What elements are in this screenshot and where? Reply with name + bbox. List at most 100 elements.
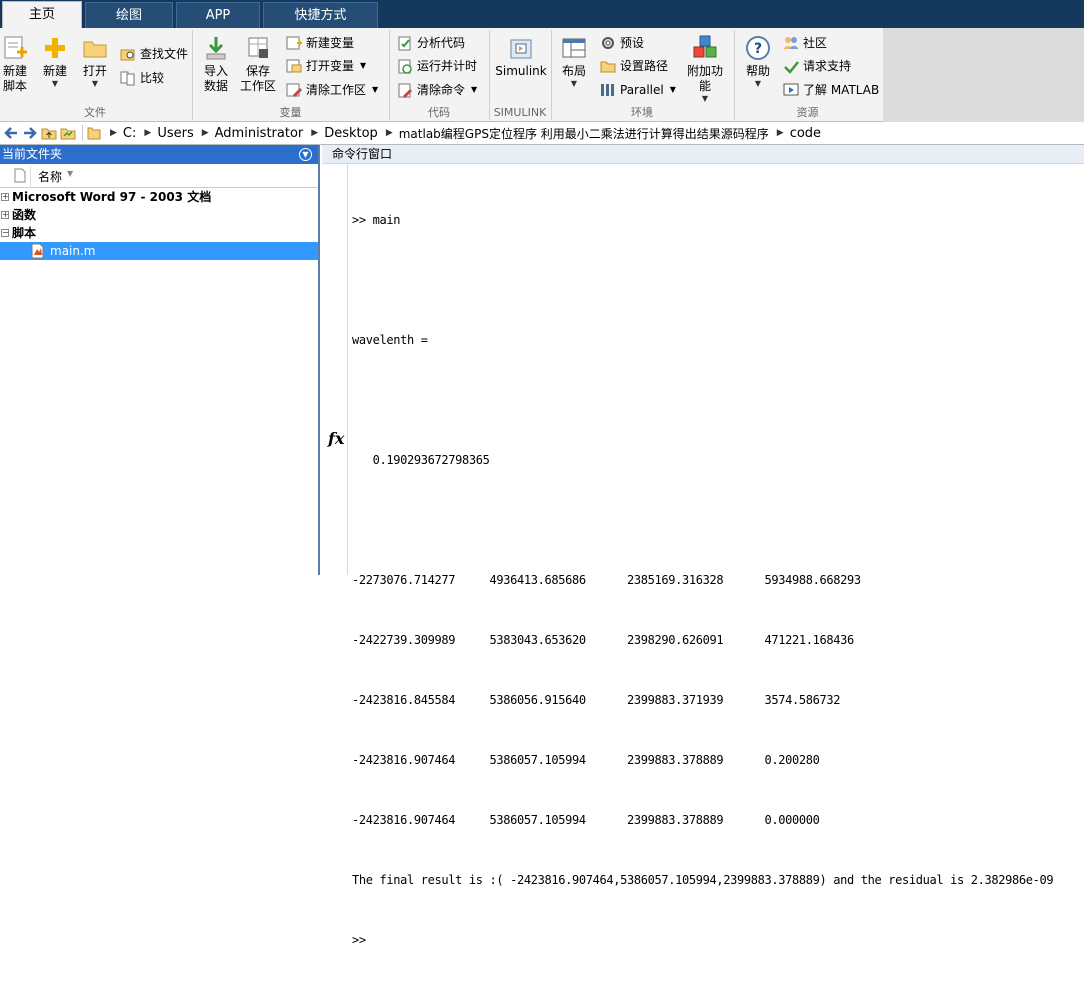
simulink-icon (507, 34, 535, 62)
svg-text:?: ? (754, 41, 762, 57)
tab-plots[interactable]: 绘图 (85, 2, 173, 28)
expand-icon[interactable]: + (1, 211, 9, 219)
group-label-file: 文件 (84, 106, 106, 119)
breadcrumb-c[interactable]: C: (123, 126, 136, 141)
forward-icon[interactable] (22, 125, 38, 141)
command-prompt[interactable]: >> (352, 930, 1084, 950)
request-support-link[interactable]: 请求支持 (783, 56, 851, 76)
tab-home[interactable]: 主页 (2, 1, 82, 29)
community-icon (783, 35, 799, 51)
set-path-button[interactable]: 设置路径 (600, 56, 668, 76)
console-line: -2423816.907464 5386057.105994 2399883.3… (352, 753, 820, 767)
breadcrumb-desktop[interactable]: Desktop (324, 126, 378, 141)
add-ons-icon (691, 34, 719, 62)
find-files-icon (120, 46, 136, 62)
chevron-down-icon: ▼ (701, 94, 709, 103)
back-icon[interactable] (3, 125, 19, 141)
file-type-icon (14, 168, 26, 186)
root-folder-icon (86, 125, 102, 141)
plus-icon (41, 34, 69, 62)
console-line: -2422739.309989 5383043.653620 2398290.6… (352, 633, 854, 647)
breadcrumb-separator-icon: ▶ (776, 128, 784, 138)
collapse-icon[interactable]: − (1, 229, 9, 237)
learn-icon (783, 82, 799, 98)
breadcrumb-users[interactable]: Users (157, 126, 193, 141)
learn-matlab-link[interactable]: 了解 MATLAB (783, 80, 879, 100)
parallel-button[interactable]: Parallel ▼ (600, 80, 676, 100)
open-button[interactable]: 打开 ▼ (77, 34, 113, 89)
command-output[interactable]: >> main wavelenth = 0.190293672798365 -2… (352, 170, 1084, 990)
new-script-button[interactable]: 新建 脚本 (0, 34, 30, 94)
folder-group-functions[interactable]: + 函数 (0, 206, 318, 224)
tab-apps[interactable]: APP (176, 2, 260, 28)
tab-shortcuts[interactable]: 快捷方式 (263, 2, 378, 28)
chevron-down-icon: ▼ (471, 85, 478, 94)
breadcrumb-project-folder[interactable]: matlab编程GPS定位程序 利用最小二乘法进行计算得出结果源码程序 (399, 125, 769, 142)
compare-button[interactable]: 比较 (120, 68, 164, 88)
save-workspace-icon (244, 34, 272, 62)
console-line: -2423816.845584 5386056.915640 2399883.3… (352, 693, 841, 707)
new-button[interactable]: 新建 ▼ (37, 34, 73, 89)
analyze-code-button[interactable]: 分析代码 (397, 33, 465, 53)
clear-commands-icon (397, 82, 413, 99)
new-variable-icon (286, 35, 302, 51)
breadcrumb-separator-icon: ▶ (311, 128, 319, 138)
run-and-time-button[interactable]: 运行并计时 (397, 56, 477, 76)
group-label-variable: 变量 (279, 106, 302, 119)
breadcrumb-administrator[interactable]: Administrator (215, 126, 304, 141)
current-folder-header: 当前文件夹 ▼ (0, 145, 318, 164)
breadcrumb-code[interactable]: code (790, 126, 821, 141)
group-label-code: 代码 (428, 106, 450, 119)
help-button[interactable]: ? 帮助 ▼ (740, 34, 776, 89)
compare-icon (120, 70, 136, 86)
layout-icon (560, 34, 588, 62)
chevron-down-icon: ▼ (570, 79, 578, 88)
community-link[interactable]: 社区 (783, 33, 827, 53)
breadcrumb-separator-icon: ▶ (201, 128, 209, 138)
expand-icon[interactable]: + (1, 193, 9, 201)
folder-group-word-docs[interactable]: + Microsoft Word 97 - 2003 文档 (0, 188, 318, 206)
group-label-simulink: SIMULINK (493, 106, 547, 119)
breadcrumb-separator-icon: ▶ (110, 128, 117, 138)
fx-function-browser-icon[interactable]: fx (328, 429, 344, 448)
simulink-button[interactable]: Simulink (494, 34, 548, 79)
breadcrumb-separator-icon: ▶ (144, 128, 152, 138)
gear-icon (600, 35, 616, 51)
add-ons-button[interactable]: 附加功能 ▼ (682, 34, 728, 104)
breadcrumb-separator-icon: ▶ (385, 128, 393, 138)
chevron-down-icon: ▼ (669, 85, 676, 94)
console-line: -2423816.907464 5386057.105994 2399883.3… (352, 813, 820, 827)
matlab-script-icon (31, 243, 45, 264)
browse-folder-icon[interactable] (60, 125, 76, 141)
name-column-header[interactable]: 名称 ▼ (0, 164, 318, 188)
save-workspace-button[interactable]: 保存 工作区 (240, 34, 276, 94)
clear-workspace-icon (286, 82, 303, 98)
parallel-icon (600, 82, 616, 98)
find-files-button[interactable]: 查找文件 (120, 44, 188, 64)
folder-group-scripts[interactable]: − 脚本 (0, 224, 318, 242)
chevron-down-icon: ▼ (360, 61, 367, 70)
command-window-header: 命令行窗口 (322, 145, 1084, 164)
command-window: 命令行窗口 fx >> main wavelenth = 0.190293672… (322, 145, 1084, 947)
file-item-main[interactable]: main.m (0, 242, 318, 260)
support-icon (783, 58, 799, 74)
new-variable-button[interactable]: 新建变量 (286, 33, 354, 53)
up-folder-icon[interactable] (41, 125, 57, 141)
console-line: wavelenth = (352, 333, 428, 347)
chevron-down-icon: ▼ (372, 85, 379, 94)
preferences-button[interactable]: 预设 (600, 33, 644, 53)
help-icon: ? (744, 34, 772, 62)
open-variable-icon (286, 58, 302, 74)
panel-menu-icon[interactable]: ▼ (299, 148, 312, 161)
clear-workspace-button[interactable]: 清除工作区 ▼ (286, 80, 378, 100)
clear-commands-button[interactable]: 清除命令 ▼ (397, 80, 477, 100)
layout-button[interactable]: 布局 ▼ (556, 34, 592, 89)
open-variable-button[interactable]: 打开变量 ▼ (286, 56, 366, 76)
folder-icon (81, 34, 109, 62)
import-data-button[interactable]: 导入 数据 (198, 34, 234, 94)
chevron-down-icon: ▼ (51, 79, 59, 88)
analyze-code-icon (397, 35, 413, 51)
